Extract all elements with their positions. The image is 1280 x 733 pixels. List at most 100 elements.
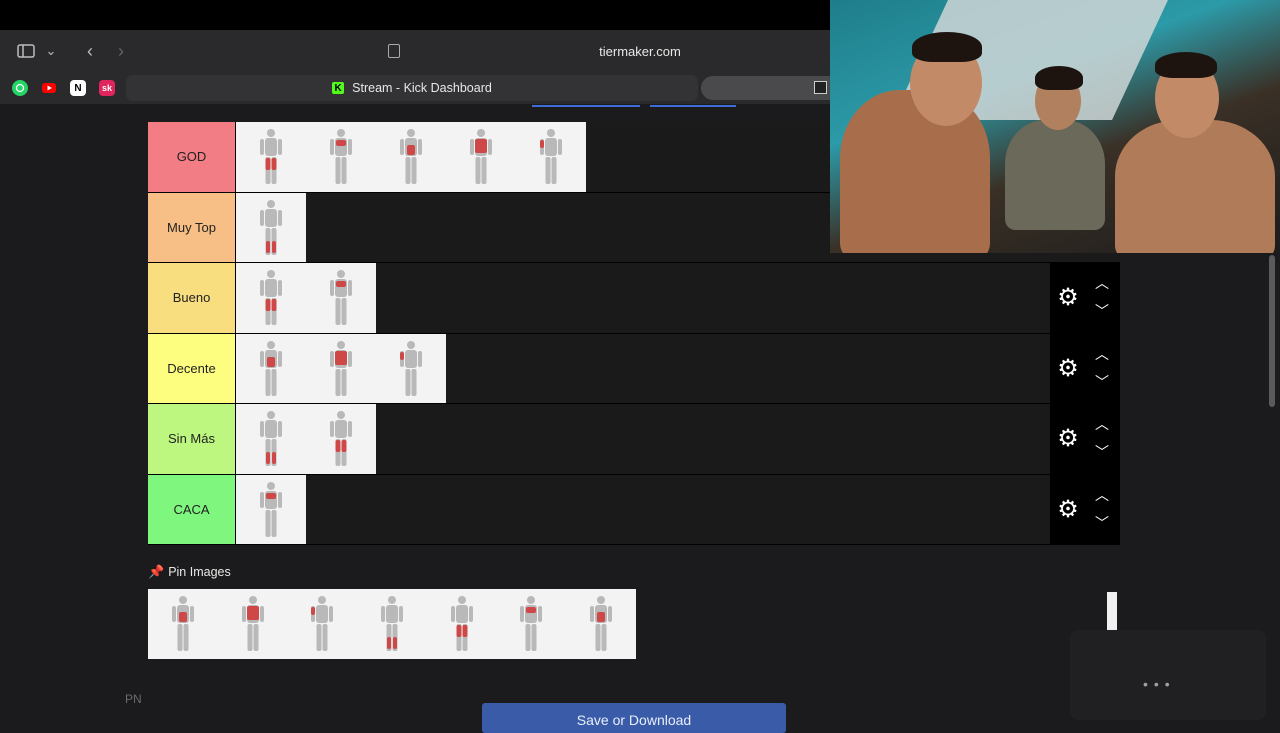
youtube-icon[interactable] — [41, 80, 57, 96]
tier-label[interactable]: Decente — [148, 333, 236, 403]
save-or-download-label: Save or Download — [576, 712, 692, 728]
muscle-anatomy-figure — [260, 411, 282, 466]
page-scrollbar[interactable] — [1269, 255, 1275, 407]
move-down-icon[interactable]: ﹀ — [1094, 516, 1110, 530]
address-bar[interactable]: tiermaker.com — [380, 37, 900, 65]
gear-icon[interactable]: ⚙ — [1056, 497, 1080, 522]
move-up-icon[interactable]: ︿ — [1094, 347, 1110, 361]
move-up-icon[interactable]: ︿ — [1094, 488, 1110, 502]
tier-items — [236, 192, 306, 262]
overlay-slider-knob[interactable] — [1107, 592, 1117, 630]
nav-underline — [532, 105, 640, 107]
muscle-anatomy-figure — [260, 340, 282, 396]
tier-item-image[interactable] — [306, 122, 376, 192]
gear-icon[interactable]: ⚙ — [1056, 356, 1080, 381]
tier-items — [236, 474, 306, 544]
notion-icon[interactable]: N — [70, 80, 86, 96]
muscle-anatomy-figure — [380, 596, 403, 651]
pin-image[interactable] — [217, 589, 288, 659]
tier-item-image[interactable] — [376, 122, 446, 192]
pin-image[interactable] — [357, 589, 427, 659]
muscle-anatomy-figure — [520, 596, 543, 651]
url-text: tiermaker.com — [599, 43, 681, 59]
overlay-panel — [1070, 630, 1266, 720]
move-down-icon[interactable]: ﹀ — [1094, 375, 1110, 389]
tier-item-image[interactable] — [236, 404, 306, 474]
muscle-anatomy-figure — [311, 596, 334, 651]
tier-items — [236, 333, 446, 403]
pin-image[interactable] — [496, 589, 567, 659]
tab-title: Stream - Kick Dashboard — [352, 81, 492, 95]
move-up-icon[interactable]: ︿ — [1094, 417, 1110, 431]
tier-item-image[interactable] — [306, 263, 376, 333]
forward-icon[interactable]: › — [111, 41, 131, 61]
tier-item-image[interactable] — [306, 333, 376, 403]
move-up-icon[interactable]: ︿ — [1094, 276, 1110, 290]
tier-label[interactable]: CACA — [148, 474, 236, 544]
muscle-anatomy-figure — [450, 596, 473, 651]
tier-item-image[interactable] — [516, 122, 586, 192]
tab-tiermaker[interactable] — [701, 76, 841, 100]
back-icon[interactable]: ‹ — [80, 41, 100, 61]
webcam-overlay — [830, 0, 1280, 253]
tier-label[interactable]: Sin Más — [148, 404, 236, 474]
pin-images-tray — [148, 589, 636, 659]
tier-controls: ⚙ ︿ ﹀ — [1050, 333, 1120, 403]
tier-row: CACA ⚙ ︿ ﹀ — [148, 474, 1120, 545]
tier-label[interactable]: Muy Top — [148, 192, 236, 262]
tier-item-image[interactable] — [306, 404, 376, 474]
tier-items — [236, 404, 376, 474]
tier-item-image[interactable] — [236, 122, 306, 192]
muscle-anatomy-figure — [589, 596, 612, 651]
person-middle-hair — [1035, 66, 1083, 90]
pin-image[interactable] — [148, 589, 218, 659]
sk-icon[interactable]: sk — [99, 80, 115, 96]
tier-item-image[interactable] — [446, 122, 516, 192]
muscle-anatomy-figure — [330, 270, 352, 325]
muscle-anatomy-figure — [330, 129, 352, 184]
pin-image[interactable] — [287, 589, 358, 659]
tier-item-image[interactable] — [236, 192, 306, 262]
whatsapp-icon[interactable] — [12, 80, 28, 96]
gear-icon[interactable]: ⚙ — [1056, 286, 1080, 310]
tier-items — [236, 263, 376, 333]
tier-item-image[interactable] — [236, 263, 306, 333]
tier-label[interactable]: Bueno — [148, 263, 236, 333]
chevron-down-icon[interactable]: ⌄ — [41, 41, 61, 61]
muscle-anatomy-figure — [400, 340, 422, 396]
muscle-anatomy-figure — [260, 270, 282, 325]
tier-item-image[interactable] — [236, 333, 306, 403]
muscle-anatomy-figure — [260, 129, 282, 184]
tier-row: Bueno ⚙ ︿ ﹀ — [148, 263, 1120, 334]
tier-row: Sin Más ⚙ ︿ ﹀ — [148, 404, 1120, 475]
kick-icon: K — [332, 82, 345, 94]
move-down-icon[interactable]: ﹀ — [1094, 445, 1110, 459]
footer-label: PN — [125, 692, 142, 706]
person-middle — [1005, 120, 1105, 230]
gear-icon[interactable]: ⚙ — [1056, 427, 1080, 451]
nav-underline — [650, 105, 736, 107]
muscle-anatomy-figure — [540, 129, 562, 184]
move-down-icon[interactable]: ﹀ — [1094, 304, 1110, 318]
tier-item-image[interactable] — [376, 333, 446, 403]
tiermaker-favicon-icon — [814, 81, 827, 94]
muscle-anatomy-figure — [330, 340, 352, 396]
muscle-anatomy-figure — [330, 411, 352, 466]
tier-controls: ⚙ ︿ ﹀ — [1050, 404, 1120, 474]
tier-row: Decente ⚙ ︿ ﹀ — [148, 333, 1120, 404]
muscle-anatomy-figure — [171, 596, 194, 651]
pin-image[interactable] — [426, 589, 497, 659]
more-options-icon[interactable]: ••• — [1143, 676, 1176, 692]
person-right-hair — [1155, 52, 1217, 78]
tier-items — [236, 122, 586, 192]
pin-image[interactable] — [566, 589, 636, 659]
tier-label[interactable]: GOD — [148, 122, 236, 192]
pushpin-icon: 📌 — [148, 564, 165, 579]
sidebar-toggle-icon[interactable] — [16, 41, 36, 61]
tab-kick-dashboard[interactable]: K Stream - Kick Dashboard — [126, 75, 698, 101]
save-or-download-button[interactable]: Save or Download — [482, 703, 786, 733]
person-right — [1115, 120, 1275, 253]
tier-item-image[interactable] — [236, 474, 306, 544]
muscle-anatomy-figure — [260, 481, 282, 537]
pin-images-heading: 📌 Pin Images — [148, 564, 231, 580]
